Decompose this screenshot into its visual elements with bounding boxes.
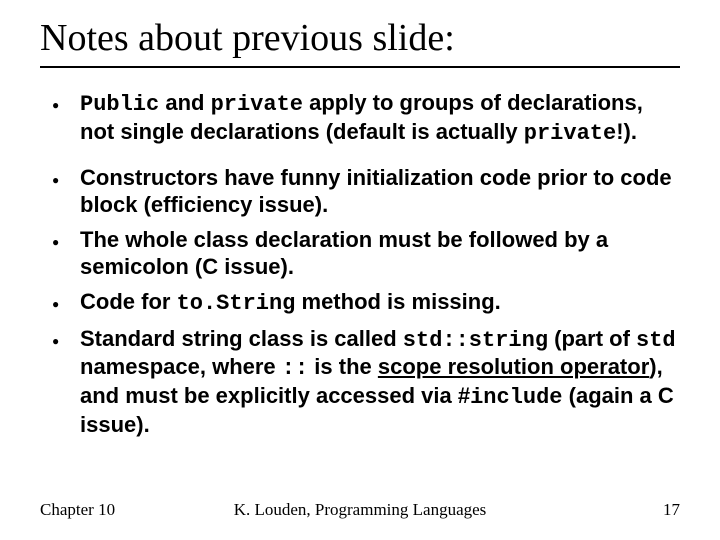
code-text: include [470, 385, 562, 410]
code-text: Public [80, 92, 159, 117]
code-text: std [636, 328, 676, 353]
footer-center: K. Louden, Programming Languages [40, 500, 680, 520]
body-text: is the [308, 354, 378, 379]
code-text: private [211, 92, 303, 117]
bullet-item: The whole class declaration must be foll… [50, 227, 676, 281]
body-text: The whole class declaration must be foll… [80, 227, 608, 279]
code-text: std::string [403, 328, 548, 353]
body-text: Standard string class is called [80, 326, 403, 351]
underlined-text: scope resolution operator [378, 354, 649, 379]
slide: Notes about previous slide: Public and p… [0, 0, 720, 540]
body-text: Code for [80, 289, 177, 314]
body-text: (part of [548, 326, 636, 351]
code-text: :: [282, 356, 308, 381]
body-text: !). [616, 119, 637, 144]
slide-title: Notes about previous slide: [40, 18, 680, 60]
body-text: method is missing. [295, 289, 500, 314]
code-text: to.String [177, 291, 296, 316]
bullet-item: Standard string class is called std::str… [50, 326, 676, 439]
bullet-list: Public and private apply to groups of de… [40, 90, 680, 439]
body-text: Constructors have funny initialization c… [80, 165, 672, 217]
body-text: namespace, where [80, 354, 282, 379]
title-underline [40, 66, 680, 68]
body-text: and [159, 90, 210, 115]
slide-footer: Chapter 10 K. Louden, Programming Langua… [40, 500, 680, 520]
bullet-item: Constructors have funny initialization c… [50, 165, 676, 219]
code-text: private [524, 121, 616, 146]
bullet-item: Public and private apply to groups of de… [50, 90, 676, 148]
bullet-item: Code for to.String method is missing. [50, 289, 676, 318]
